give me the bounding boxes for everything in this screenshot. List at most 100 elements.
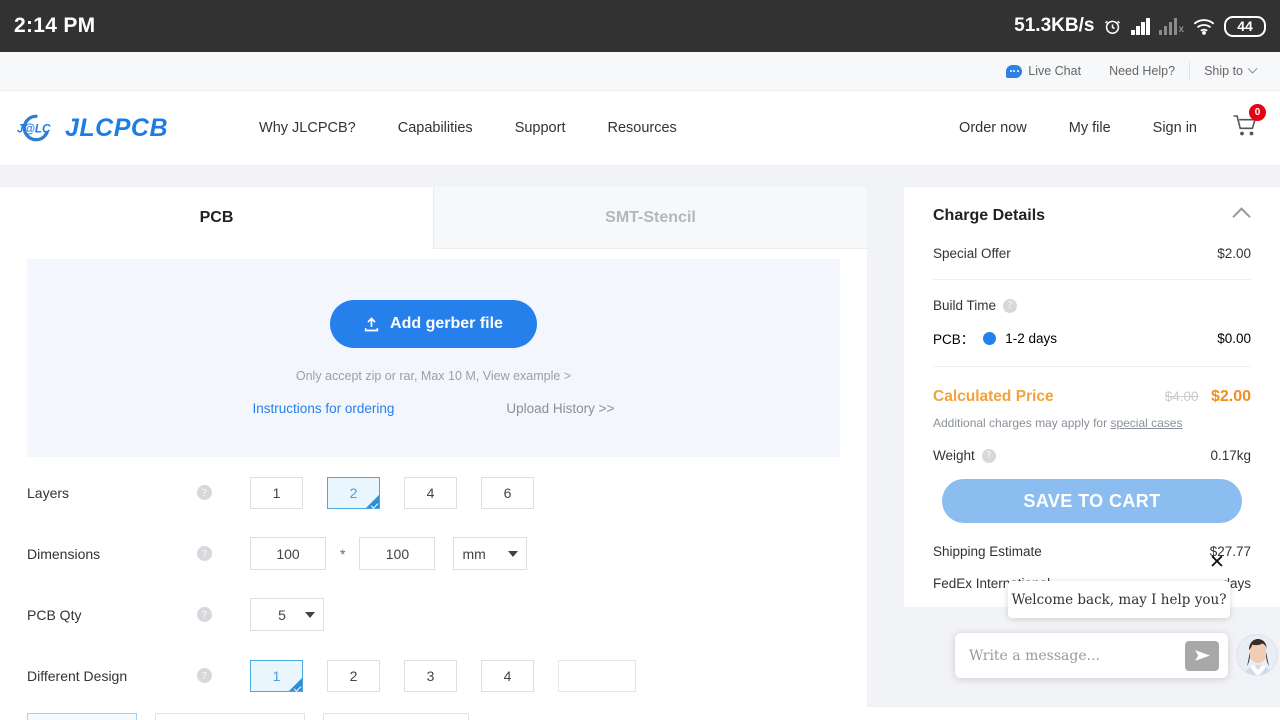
pcb-qty-label: PCB Qty <box>27 606 82 623</box>
layers-option-4[interactable]: 4 <box>404 476 457 509</box>
status-bar-network-speed: 51.3KB/s <box>1014 15 1095 36</box>
selected-dot-icon <box>983 331 997 345</box>
tab-smt-stencil[interactable]: SMT-Stencil <box>433 187 867 249</box>
my-file-link[interactable]: My file <box>1048 120 1132 136</box>
dimensions-inputs: * mm <box>250 537 528 570</box>
chat-bubble-icon <box>1006 64 1023 78</box>
form-row-different-design: Different Design ? 1 2 3 4 <box>0 650 867 701</box>
header-actions: Order now My file Sign in 0 <box>938 103 1266 144</box>
build-time-row: Build Time ? <box>933 298 1251 313</box>
chat-send-button[interactable] <box>1185 640 1219 671</box>
chat-close-icon[interactable]: ✕ <box>1209 553 1225 572</box>
send-icon <box>1194 650 1210 661</box>
nav-item-why-jlcpcb[interactable]: Why JLCPCB? <box>238 120 377 136</box>
upload-icon <box>364 316 379 332</box>
battery-level: 44 <box>1237 18 1253 34</box>
dimension-width-input[interactable] <box>250 537 326 570</box>
utility-topbar: Live Chat Need Help? Ship to <box>0 52 1280 91</box>
layers-help-icon[interactable]: ? <box>197 485 212 500</box>
cart-badge: 0 <box>1249 103 1266 121</box>
dimensions-help-icon[interactable]: ? <box>197 546 212 561</box>
build-time-help-icon[interactable]: ? <box>1003 298 1018 313</box>
weight-label: Weight <box>933 448 975 463</box>
layers-option-2[interactable]: 2 <box>327 476 380 509</box>
chevron-down-icon <box>1247 63 1258 74</box>
weight-value: 0.17kg <box>1210 448 1251 463</box>
tab-pcb[interactable]: PCB <box>0 187 433 249</box>
ship-to-selector[interactable]: Ship to <box>1190 63 1270 78</box>
layers-option-1-label: 1 <box>272 484 281 501</box>
different-design-label: Different Design <box>27 667 128 684</box>
main-content: PCB SMT-Stencil Add gerber file Only acc… <box>0 187 1280 720</box>
charge-details-title: Charge Details <box>933 207 1046 224</box>
partial-option-1[interactable] <box>27 713 137 720</box>
shopping-cart-icon <box>1232 114 1260 143</box>
partial-option-3[interactable] <box>323 713 469 720</box>
calculated-price-row: Calculated Price $4.00 $2.00 <box>933 388 1251 406</box>
different-design-option-4[interactable]: 4 <box>481 659 534 692</box>
shipping-estimate-row: Shipping Estimate $27.77 <box>933 544 1251 559</box>
special-cases-link[interactable]: special cases <box>1110 416 1182 430</box>
battery-icon: 44 <box>1224 15 1266 37</box>
calculated-price-new: $2.00 <box>1210 388 1251 405</box>
chevron-down-icon <box>305 611 315 618</box>
pcb-build-time-label: PCB： <box>933 332 975 347</box>
nav-item-support[interactable]: Support <box>494 120 587 136</box>
divider <box>933 366 1251 367</box>
layers-option-6[interactable]: 6 <box>481 476 534 509</box>
gerber-upload-area[interactable]: Add gerber file Only accept zip or rar, … <box>27 259 840 457</box>
weight-help-icon[interactable]: ? <box>981 448 996 463</box>
different-design-custom-input[interactable] <box>558 659 636 692</box>
dimensions-separator: * <box>340 545 346 562</box>
layers-option-2-label: 2 <box>349 484 358 501</box>
avatar-illustration <box>1237 635 1277 675</box>
dimensions-label: Dimensions <box>27 545 101 562</box>
form-row-dimensions: Dimensions ? * mm <box>0 528 867 579</box>
nav-item-resources[interactable]: Resources <box>586 120 697 136</box>
signal-bars-no-sim-icon: x <box>1158 17 1184 35</box>
save-to-cart-button[interactable]: SAVE TO CART <box>942 479 1242 523</box>
different-design-option-1-label: 1 <box>272 667 281 684</box>
sign-in-link[interactable]: Sign in <box>1132 120 1218 136</box>
layers-option-1[interactable]: 1 <box>250 476 303 509</box>
alarm-clock-icon <box>1103 17 1122 36</box>
chat-message-input[interactable] <box>969 647 1185 664</box>
live-chat-button[interactable]: Live Chat <box>992 64 1095 78</box>
site-logo[interactable]: J@LC JLCPCB <box>14 113 168 143</box>
product-tabs: PCB SMT-Stencil <box>0 187 867 249</box>
order-now-link[interactable]: Order now <box>938 120 1048 136</box>
different-design-option-3[interactable]: 3 <box>404 659 457 692</box>
chat-input-bar <box>955 633 1228 678</box>
dimension-unit-select[interactable]: mm <box>453 537 528 570</box>
instructions-for-ordering-link[interactable]: Instructions for ordering <box>253 401 395 416</box>
dimension-unit-value: mm <box>462 545 486 562</box>
check-icon <box>370 500 379 509</box>
different-design-help-icon[interactable]: ? <box>197 668 212 683</box>
android-status-bar: 2:14 PM 51.3KB/s x 44 <box>0 0 1280 52</box>
layers-label: Layers <box>27 484 70 501</box>
pcb-qty-select[interactable]: 5 <box>250 598 324 631</box>
cart-button[interactable]: 0 <box>1218 103 1266 144</box>
form-row-partial-below <box>0 713 867 720</box>
chat-agent-avatar[interactable] <box>1236 634 1278 676</box>
different-design-options: 1 2 3 4 <box>250 659 636 692</box>
different-design-option-2[interactable]: 2 <box>327 659 380 692</box>
different-design-option-1[interactable]: 1 <box>250 659 303 692</box>
pcb-qty-help-icon[interactable]: ? <box>197 607 212 622</box>
nav-item-capabilities[interactable]: Capabilities <box>377 120 494 136</box>
upload-history-link[interactable]: Upload History >> <box>506 401 614 416</box>
svg-text:J@LC: J@LC <box>17 122 51 135</box>
add-gerber-file-button[interactable]: Add gerber file <box>330 300 537 348</box>
special-offer-row: Special Offer $2.00 <box>933 246 1251 261</box>
need-help-link[interactable]: Need Help? <box>1095 64 1189 78</box>
pcb-build-time-value[interactable]: 1-2 days <box>1005 331 1057 346</box>
add-gerber-file-label: Add gerber file <box>390 315 503 332</box>
weight-row: Weight ? 0.17kg <box>933 448 1251 463</box>
calculated-price-old: $4.00 <box>1164 389 1199 404</box>
different-design-option-2-label: 2 <box>349 667 358 684</box>
chevron-up-icon[interactable] <box>1232 206 1251 226</box>
dimension-height-input[interactable] <box>359 537 436 570</box>
form-row-pcb-qty: PCB Qty ? 5 <box>0 589 867 640</box>
pcb-build-time-price: $0.00 <box>1217 330 1251 346</box>
partial-option-2[interactable] <box>155 713 305 720</box>
